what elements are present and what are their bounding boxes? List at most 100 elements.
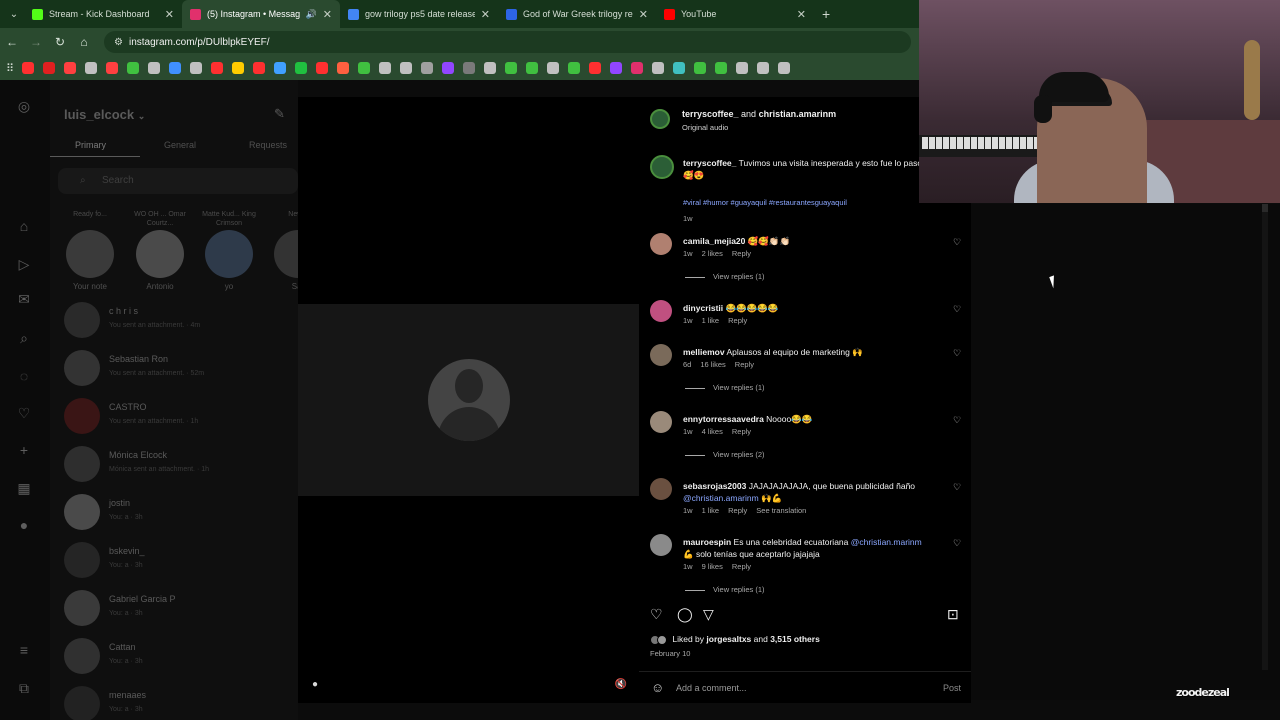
bookmark-icon[interactable] bbox=[148, 62, 161, 74]
bookmark-icon[interactable] bbox=[316, 62, 329, 74]
modal-backdrop[interactable] bbox=[971, 204, 1280, 700]
search-input[interactable]: ⌕ Search bbox=[58, 168, 298, 194]
reload-button[interactable]: ↻ bbox=[48, 35, 72, 49]
chat-list-item[interactable]: Mónica Elcock Mónica sent an attachment. … bbox=[64, 446, 294, 494]
reply-button[interactable]: Reply bbox=[732, 249, 751, 258]
home-icon[interactable]: ⌂ bbox=[16, 218, 32, 234]
bookmark-icon[interactable] bbox=[778, 62, 791, 74]
author-avatar[interactable] bbox=[650, 109, 670, 129]
bookmark-icon[interactable] bbox=[22, 62, 35, 74]
post-comment-button[interactable]: Post bbox=[943, 683, 961, 693]
bookmark-icon[interactable] bbox=[379, 62, 392, 74]
bookmark-icon[interactable] bbox=[652, 62, 665, 74]
comment-username[interactable]: sebasrojas2003 bbox=[683, 481, 746, 491]
bookmark-icon[interactable] bbox=[232, 62, 245, 74]
chat-list-item[interactable]: c h r i s You sent an attachment. · 4m bbox=[64, 302, 294, 350]
reply-button[interactable]: Reply bbox=[732, 562, 751, 571]
reply-button[interactable]: Reply bbox=[728, 316, 747, 325]
bookmark-icon[interactable] bbox=[127, 62, 140, 74]
comment-username[interactable]: dinycristii bbox=[683, 303, 723, 313]
bookmark-icon[interactable] bbox=[736, 62, 749, 74]
speaker-icon[interactable]: 🔊 bbox=[306, 9, 317, 20]
note-item[interactable]: WO OH ... Omar Courtz... Antonio bbox=[130, 210, 190, 291]
meta-icon[interactable]: ⧉ bbox=[16, 680, 32, 696]
save-icon[interactable]: ⊡ bbox=[947, 606, 959, 623]
tab-search-menu-icon[interactable]: ⌄ bbox=[4, 4, 24, 24]
tab-general[interactable]: General bbox=[164, 140, 196, 150]
comment-likes[interactable]: 4 likes bbox=[702, 427, 723, 436]
close-tab-icon[interactable]: ✕ bbox=[323, 8, 332, 21]
bookmark-icon[interactable] bbox=[715, 62, 728, 74]
chat-list-item[interactable]: bskevin_ You: a · 3h bbox=[64, 542, 294, 590]
like-comment-icon[interactable]: ♡ bbox=[953, 482, 961, 493]
back-button[interactable]: ← bbox=[0, 35, 24, 49]
bookmark-icon[interactable] bbox=[337, 62, 350, 74]
comment-likes[interactable]: 1 like bbox=[702, 316, 720, 325]
view-replies-button[interactable]: View replies (1) bbox=[685, 272, 765, 281]
comment-likes[interactable]: 2 likes bbox=[702, 249, 723, 258]
comment-username[interactable]: mauroespin bbox=[683, 537, 731, 547]
view-replies-button[interactable]: View replies (2) bbox=[685, 450, 765, 459]
address-bar[interactable]: ⚙ instagram.com/p/DUlblpkEYEF/ bbox=[104, 31, 911, 53]
mention-link[interactable]: @christian.marinm bbox=[851, 537, 922, 547]
comment-username[interactable]: camila_mejia20 bbox=[683, 236, 745, 246]
like-icon[interactable]: ♡ bbox=[650, 606, 663, 623]
bookmark-icon[interactable] bbox=[610, 62, 623, 74]
tab-requests[interactable]: Requests bbox=[249, 140, 287, 150]
bookmark-icon[interactable] bbox=[64, 62, 77, 74]
messages-icon[interactable]: ✉ bbox=[16, 291, 32, 307]
comment-username[interactable]: terryscoffee_ bbox=[683, 158, 736, 168]
bookmark-icon[interactable] bbox=[694, 62, 707, 74]
bookmark-icon[interactable] bbox=[463, 62, 476, 74]
add-comment-input[interactable]: Add a comment... bbox=[676, 683, 747, 693]
audio-link[interactable]: Original audio bbox=[682, 123, 728, 132]
tab-primary[interactable]: Primary bbox=[75, 140, 106, 150]
bookmark-icon[interactable] bbox=[106, 62, 119, 74]
chat-list-item[interactable]: CASTRO You sent an attachment. · 1h bbox=[64, 398, 294, 446]
emoji-icon[interactable]: ☺ bbox=[651, 680, 664, 695]
bookmark-icon[interactable] bbox=[253, 62, 266, 74]
comment-likes[interactable]: 1 like bbox=[702, 506, 720, 515]
site-info-icon[interactable]: ⚙ bbox=[114, 37, 123, 48]
heart-icon[interactable]: ♡ bbox=[16, 405, 32, 421]
bookmark-icon[interactable] bbox=[85, 62, 98, 74]
author-link[interactable]: terryscoffee_ bbox=[682, 109, 739, 119]
browser-tab[interactable]: (5) Instagram • Messages 🔊 ✕ bbox=[182, 0, 340, 28]
explore-icon[interactable]: ◌ bbox=[16, 368, 32, 384]
account-username[interactable]: luis_elcock ⌄ bbox=[64, 107, 145, 122]
page-scrollbar[interactable] bbox=[1262, 204, 1268, 670]
chat-list-item[interactable]: Gabriel Garcia P You: a · 3h bbox=[64, 590, 294, 638]
note-item[interactable]: Ready fo... Your note bbox=[60, 210, 120, 291]
forward-button[interactable]: → bbox=[24, 35, 48, 49]
bookmark-icon[interactable] bbox=[568, 62, 581, 74]
close-tab-icon[interactable]: ✕ bbox=[481, 8, 490, 21]
compose-icon[interactable]: ✎ bbox=[274, 106, 285, 122]
chat-list-item[interactable]: Cattan You: a · 3h bbox=[64, 638, 294, 686]
bookmark-icon[interactable] bbox=[547, 62, 560, 74]
home-button[interactable]: ⌂ bbox=[72, 35, 96, 49]
bookmark-icon[interactable] bbox=[190, 62, 203, 74]
avatar[interactable] bbox=[650, 411, 672, 433]
avatar[interactable] bbox=[650, 478, 672, 500]
avatar[interactable] bbox=[650, 300, 672, 322]
like-comment-icon[interactable]: ♡ bbox=[953, 237, 961, 248]
like-comment-icon[interactable]: ♡ bbox=[953, 538, 961, 549]
chat-list-item[interactable]: menaaes You: a · 3h bbox=[64, 686, 294, 720]
instagram-icon[interactable]: ◎ bbox=[16, 98, 32, 114]
view-replies-button[interactable]: View replies (1) bbox=[685, 383, 765, 392]
bookmark-icon[interactable] bbox=[358, 62, 371, 74]
new-tab-button[interactable]: + bbox=[822, 6, 830, 22]
bookmark-icon[interactable] bbox=[505, 62, 518, 74]
close-tab-icon[interactable]: ✕ bbox=[797, 8, 806, 21]
browser-tab[interactable]: God of War Greek trilogy remast ✕ bbox=[498, 0, 656, 28]
reel-video-player[interactable]: ● 🔇 bbox=[298, 97, 639, 703]
liked-by[interactable]: Liked by jorgesaltxs and 3,515 others bbox=[650, 634, 820, 645]
comment-username[interactable]: ennytorressaavedra bbox=[683, 414, 764, 424]
browser-tab[interactable]: gow trilogy ps5 date release - G ✕ bbox=[340, 0, 498, 28]
author-avatar[interactable] bbox=[650, 155, 674, 179]
avatar[interactable] bbox=[650, 534, 672, 556]
like-comment-icon[interactable]: ♡ bbox=[953, 304, 961, 315]
bookmark-icon[interactable] bbox=[274, 62, 287, 74]
like-comment-icon[interactable]: ♡ bbox=[953, 415, 961, 426]
create-icon[interactable]: + bbox=[16, 442, 32, 458]
